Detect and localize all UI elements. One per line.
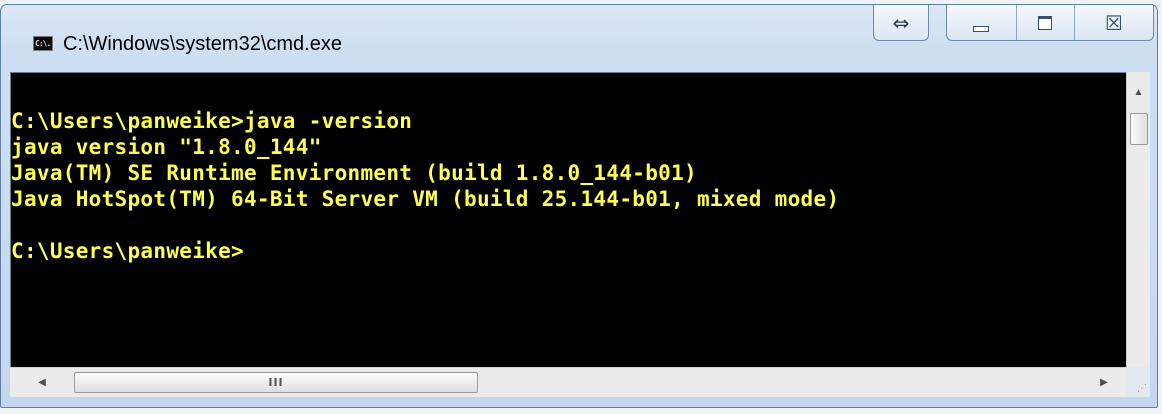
console-prompt: C:\Users\panweike> (11, 239, 244, 263)
horizontal-scroll-thumb[interactable]: III (74, 372, 478, 393)
minimize-icon (973, 25, 990, 32)
close-button[interactable]: ☒ (1073, 5, 1153, 40)
scroll-left-icon[interactable]: ◀ (30, 368, 54, 397)
console-output[interactable]: C:\Users\panweike>java -version java ver… (10, 72, 1126, 367)
minimize-button[interactable] (947, 5, 1016, 40)
horizontal-scrollbar[interactable]: ◀ III ▶ (10, 367, 1126, 397)
maximize-button[interactable] (1015, 5, 1074, 40)
resize-grip-icon[interactable]: ⋰ (1126, 367, 1150, 397)
console-line: java version "1.8.0_144" (11, 135, 322, 159)
window-controls: ☒ (946, 5, 1154, 41)
vertical-scrollbar[interactable]: ▲ ▼ (1126, 72, 1150, 376)
cmd-icon[interactable]: C:\. (33, 36, 53, 51)
maximize-icon (1038, 15, 1053, 30)
vertical-scroll-thumb[interactable] (1130, 113, 1148, 145)
snap-layout-button[interactable]: ⇔ (873, 5, 929, 41)
close-icon: ☒ (1104, 10, 1123, 35)
console-line: C:\Users\panweike>java -version (11, 109, 413, 133)
console-line: Java(TM) SE Runtime Environment (build 1… (11, 161, 697, 185)
scroll-up-icon[interactable]: ▲ (1127, 80, 1150, 104)
scroll-right-icon[interactable]: ▶ (1092, 368, 1116, 397)
window-title: C:\Windows\system32\cmd.exe (63, 33, 342, 55)
console-line: Java HotSpot(TM) 64-Bit Server VM (build… (11, 187, 840, 211)
